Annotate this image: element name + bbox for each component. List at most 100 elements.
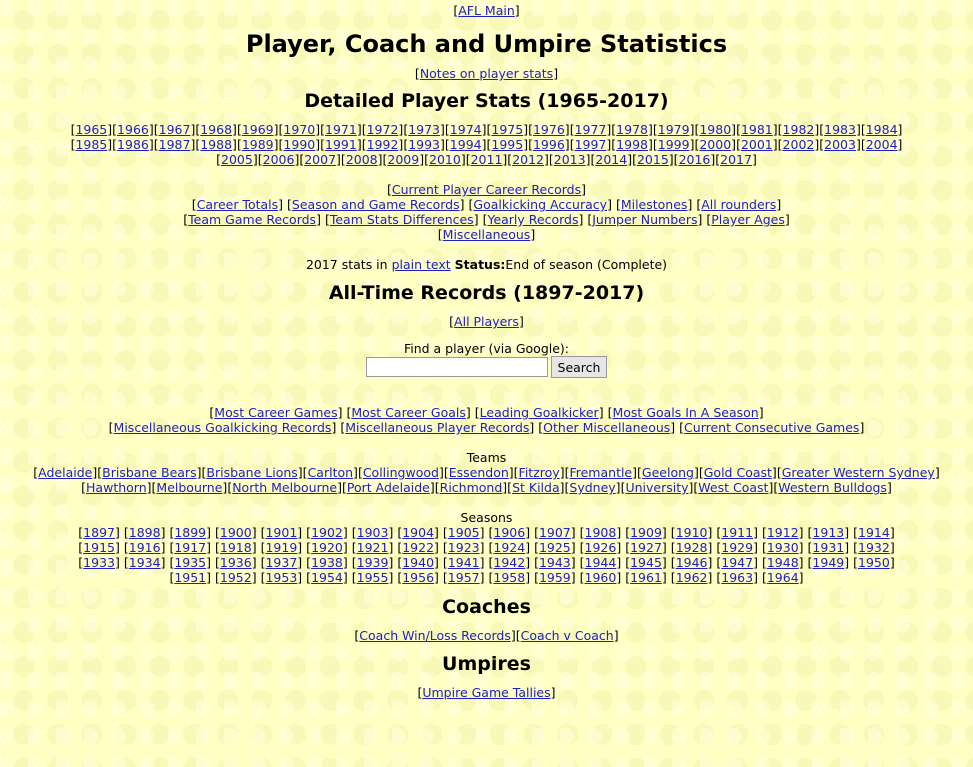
link-most-career-games[interactable]: Most Career Games	[214, 405, 337, 420]
link-2009[interactable]: 2009	[387, 152, 419, 167]
link-2001[interactable]: 2001	[741, 137, 773, 152]
link-team-game-records[interactable]: Team Game Records	[188, 212, 316, 227]
link-1943[interactable]: 1943	[539, 555, 571, 570]
link-1981[interactable]: 1981	[741, 122, 773, 137]
link-1903[interactable]: 1903	[357, 525, 389, 540]
link-1946[interactable]: 1946	[676, 555, 708, 570]
link-1911[interactable]: 1911	[721, 525, 753, 540]
link-1963[interactable]: 1963	[721, 570, 753, 585]
link-1912[interactable]: 1912	[767, 525, 799, 540]
link-milestones[interactable]: Milestones	[621, 197, 688, 212]
link-other-miscellaneous[interactable]: Other Miscellaneous	[543, 420, 670, 435]
link-1999[interactable]: 1999	[658, 137, 690, 152]
search-input[interactable]	[365, 357, 548, 377]
link-1926[interactable]: 1926	[585, 540, 617, 555]
link-adelaide[interactable]: Adelaide	[38, 465, 92, 480]
link-current-consecutive-games[interactable]: Current Consecutive Games	[684, 420, 859, 435]
link-1977[interactable]: 1977	[575, 122, 607, 137]
link-1988[interactable]: 1988	[200, 137, 232, 152]
link-1991[interactable]: 1991	[325, 137, 357, 152]
link-1927[interactable]: 1927	[630, 540, 662, 555]
link-1905[interactable]: 1905	[448, 525, 480, 540]
link-2002[interactable]: 2002	[783, 137, 815, 152]
link-2011[interactable]: 2011	[471, 152, 503, 167]
link-melbourne[interactable]: Melbourne	[156, 480, 222, 495]
link-gold-coast[interactable]: Gold Coast	[704, 465, 772, 480]
notes-link[interactable]: Notes on player stats	[420, 66, 553, 81]
link-1959[interactable]: 1959	[539, 570, 571, 585]
link-1916[interactable]: 1916	[129, 540, 161, 555]
link-1907[interactable]: 1907	[539, 525, 571, 540]
link-richmond[interactable]: Richmond	[440, 480, 503, 495]
link-1925[interactable]: 1925	[539, 540, 571, 555]
afl-main-link[interactable]: AFL Main	[458, 3, 515, 18]
link-1958[interactable]: 1958	[493, 570, 525, 585]
all-players-link[interactable]: All Players	[454, 314, 519, 329]
link-1930[interactable]: 1930	[767, 540, 799, 555]
link-1995[interactable]: 1995	[491, 137, 523, 152]
link-1957[interactable]: 1957	[448, 570, 480, 585]
link-1924[interactable]: 1924	[493, 540, 525, 555]
link-2000[interactable]: 2000	[699, 137, 731, 152]
link-1947[interactable]: 1947	[721, 555, 753, 570]
link-1956[interactable]: 1956	[402, 570, 434, 585]
link-coach-win-loss-records[interactable]: Coach Win/Loss Records	[359, 628, 511, 643]
link-port-adelaide[interactable]: Port Adelaide	[347, 480, 430, 495]
link-1992[interactable]: 1992	[367, 137, 399, 152]
link-1921[interactable]: 1921	[357, 540, 389, 555]
link-1901[interactable]: 1901	[265, 525, 297, 540]
link-1929[interactable]: 1929	[721, 540, 753, 555]
link-1986[interactable]: 1986	[117, 137, 149, 152]
link-1951[interactable]: 1951	[174, 570, 206, 585]
link-1978[interactable]: 1978	[616, 122, 648, 137]
link-brisbane-bears[interactable]: Brisbane Bears	[102, 465, 196, 480]
link-1937[interactable]: 1937	[265, 555, 297, 570]
link-1961[interactable]: 1961	[630, 570, 662, 585]
link-2010[interactable]: 2010	[429, 152, 461, 167]
link-2015[interactable]: 2015	[637, 152, 669, 167]
link-1967[interactable]: 1967	[159, 122, 191, 137]
link-hawthorn[interactable]: Hawthorn	[86, 480, 147, 495]
link-1940[interactable]: 1940	[402, 555, 434, 570]
link-1972[interactable]: 1972	[367, 122, 399, 137]
link-1906[interactable]: 1906	[493, 525, 525, 540]
link-1982[interactable]: 1982	[783, 122, 815, 137]
link-carlton[interactable]: Carlton	[308, 465, 353, 480]
link-1962[interactable]: 1962	[676, 570, 708, 585]
link-2017[interactable]: 2017	[720, 152, 752, 167]
link-1918[interactable]: 1918	[220, 540, 252, 555]
link-1966[interactable]: 1966	[117, 122, 149, 137]
link-geelong[interactable]: Geelong	[642, 465, 694, 480]
link-1899[interactable]: 1899	[174, 525, 206, 540]
link-1913[interactable]: 1913	[812, 525, 844, 540]
link-season-and-game-records[interactable]: Season and Game Records	[292, 197, 460, 212]
link-1980[interactable]: 1980	[699, 122, 731, 137]
link-1939[interactable]: 1939	[357, 555, 389, 570]
link-1920[interactable]: 1920	[311, 540, 343, 555]
link-2013[interactable]: 2013	[554, 152, 586, 167]
link-1985[interactable]: 1985	[75, 137, 107, 152]
link-1945[interactable]: 1945	[630, 555, 662, 570]
link-fitzroy[interactable]: Fitzroy	[519, 465, 560, 480]
link-1997[interactable]: 1997	[575, 137, 607, 152]
link-2007[interactable]: 2007	[304, 152, 336, 167]
link-fremantle[interactable]: Fremantle	[569, 465, 632, 480]
link-1998[interactable]: 1998	[616, 137, 648, 152]
link-2008[interactable]: 2008	[346, 152, 378, 167]
link-1936[interactable]: 1936	[220, 555, 252, 570]
link-western-bulldogs[interactable]: Western Bulldogs	[778, 480, 887, 495]
link-current-player-career-records[interactable]: Current Player Career Records	[392, 182, 581, 197]
link-1965[interactable]: 1965	[75, 122, 107, 137]
link-1996[interactable]: 1996	[533, 137, 565, 152]
link-miscellaneous[interactable]: Miscellaneous	[443, 227, 531, 242]
link-1990[interactable]: 1990	[283, 137, 315, 152]
link-1902[interactable]: 1902	[311, 525, 343, 540]
link-1931[interactable]: 1931	[812, 540, 844, 555]
link-goalkicking-accuracy[interactable]: Goalkicking Accuracy	[473, 197, 607, 212]
link-1969[interactable]: 1969	[242, 122, 274, 137]
link-st-kilda[interactable]: St Kilda	[512, 480, 560, 495]
link-1919[interactable]: 1919	[265, 540, 297, 555]
link-1954[interactable]: 1954	[311, 570, 343, 585]
link-1949[interactable]: 1949	[812, 555, 844, 570]
link-all-rounders[interactable]: All rounders	[701, 197, 776, 212]
